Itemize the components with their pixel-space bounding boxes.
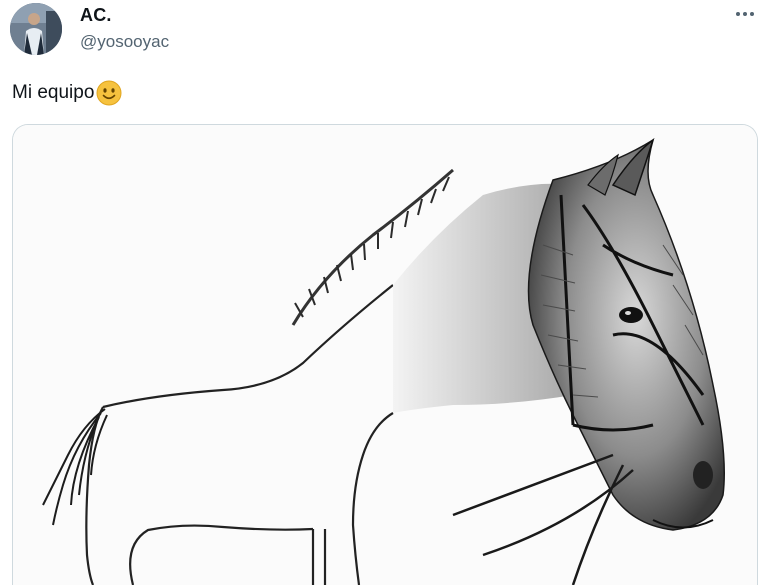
tweet-media[interactable] bbox=[12, 124, 758, 585]
slightly-smiling-face-icon bbox=[96, 80, 122, 106]
author-avatar[interactable] bbox=[10, 3, 62, 55]
tweet: AC. @yosooyac Mi equipo bbox=[0, 0, 768, 586]
tweet-text: Mi equipo bbox=[12, 80, 122, 106]
author-name[interactable]: AC. bbox=[80, 5, 112, 26]
tweet-text-content: Mi equipo bbox=[12, 82, 95, 103]
author-handle[interactable]: @yosooyac bbox=[80, 32, 169, 52]
more-horizontal-icon bbox=[736, 12, 754, 16]
avatar-image bbox=[10, 3, 62, 55]
more-options-button[interactable] bbox=[730, 2, 760, 26]
horse-sketch-image bbox=[13, 125, 757, 585]
